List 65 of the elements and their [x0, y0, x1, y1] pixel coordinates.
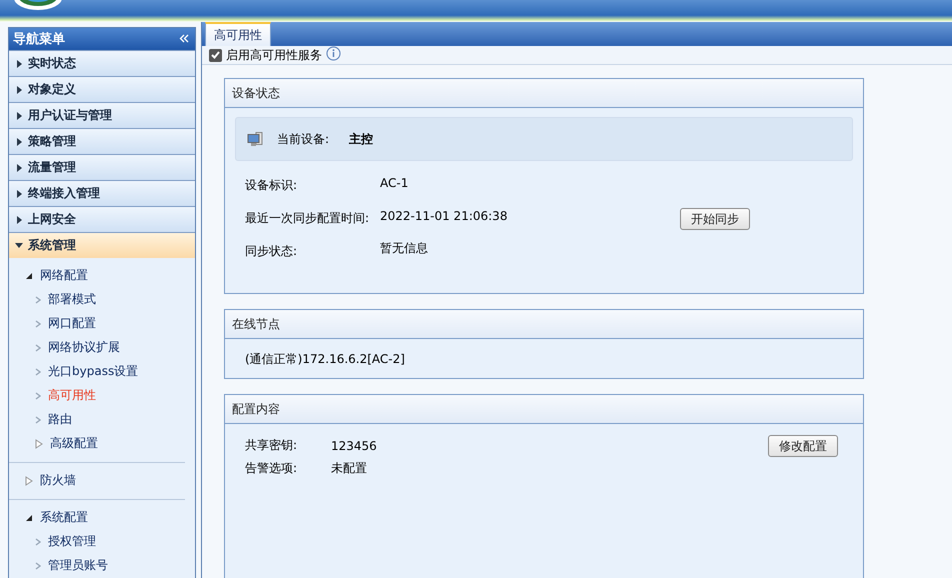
- tree-item[interactable]: 网络协议扩展: [9, 336, 120, 360]
- info-icon[interactable]: [326, 46, 341, 61]
- tree-item[interactable]: 管理员账号: [9, 554, 108, 578]
- caret-right-icon: [15, 164, 23, 172]
- edit-config-button[interactable]: 修改配置: [768, 434, 838, 456]
- computer-icon: [247, 132, 263, 146]
- nav-menu-item[interactable]: 系统管理: [9, 232, 195, 258]
- nav-menu-item[interactable]: 用户认证与管理: [9, 102, 195, 128]
- field-label: 最近一次同步配置时间:: [245, 210, 370, 227]
- checkbox[interactable]: [209, 48, 222, 62]
- nav-menu-item[interactable]: 流量管理: [9, 154, 195, 180]
- panel-title: 配置内容: [225, 395, 863, 424]
- tree-item[interactable]: 网口配置: [9, 312, 96, 336]
- start-sync-button[interactable]: 开始同步: [680, 208, 750, 230]
- tree-item[interactable]: 高可用性: [9, 384, 96, 408]
- bullet-chevron-icon: [35, 562, 41, 570]
- field-label: 同步状态:: [245, 243, 298, 260]
- tree-item[interactable]: 系统配置: [9, 506, 88, 530]
- collapsed-triangle-icon: [35, 438, 43, 449]
- field-label: 设备标识:: [245, 177, 298, 194]
- panel-title: 在线节点: [225, 310, 863, 339]
- caret-down-icon: [15, 241, 23, 250]
- expanded-triangle-icon: [25, 272, 33, 280]
- tree-item[interactable]: 授权管理: [9, 530, 96, 554]
- nav-menu-item[interactable]: 终端接入管理: [9, 180, 195, 206]
- field-value: 123456: [331, 438, 378, 454]
- nav-menu-item[interactable]: 上网安全: [9, 206, 195, 232]
- caret-right-icon: [15, 138, 23, 146]
- bullet-chevron-icon: [35, 320, 41, 328]
- bullet-chevron-icon: [35, 368, 41, 376]
- field-value: 2022-11-01 21:06:38: [380, 208, 508, 222]
- nav-title: 导航菜单: [13, 30, 65, 48]
- collapsed-triangle-icon: [25, 476, 33, 486]
- tree-item[interactable]: 部署模式: [9, 288, 96, 312]
- bullet-chevron-icon: [35, 392, 41, 400]
- field-label: 告警选项:: [245, 460, 298, 477]
- bullet-chevron-icon: [35, 344, 41, 352]
- tab[interactable]: 高可用性: [205, 22, 271, 46]
- current-device-label: 当前设备:: [277, 130, 330, 148]
- nav-menu-item[interactable]: 策略管理: [9, 128, 195, 154]
- tree-item[interactable]: 防火墙: [9, 468, 76, 493]
- caret-right-icon: [15, 60, 23, 68]
- nav-menu-item[interactable]: 对象定义: [9, 76, 195, 102]
- checkbox-label: 启用高可用性服务: [226, 46, 322, 64]
- bullet-chevron-icon: [35, 416, 41, 424]
- field-value: 暂无信息: [380, 240, 428, 257]
- caret-right-icon: [15, 190, 23, 198]
- tree-item[interactable]: 路由: [9, 408, 72, 432]
- current-device-value: 主控: [349, 130, 374, 148]
- collapse-icon[interactable]: [179, 34, 189, 44]
- field-label: 共享密钥:: [245, 437, 298, 454]
- online-node-entry: (通信正常)172.16.6.2[AC-2]: [245, 351, 406, 368]
- field-value: 未配置: [331, 460, 368, 477]
- bullet-chevron-icon: [35, 296, 41, 304]
- nav-menu-item[interactable]: 实时状态: [9, 50, 195, 76]
- tree-item[interactable]: 光口bypass设置: [9, 360, 138, 384]
- caret-right-icon: [15, 112, 23, 120]
- tree-item[interactable]: 高级配置: [9, 432, 98, 456]
- caret-right-icon: [15, 86, 23, 94]
- bullet-chevron-icon: [35, 538, 41, 546]
- caret-right-icon: [15, 216, 23, 224]
- expanded-triangle-icon: [25, 514, 33, 522]
- panel-title: 设备状态: [225, 79, 863, 108]
- tree-item[interactable]: 网络配置: [9, 264, 88, 288]
- field-value: AC-1: [380, 176, 408, 190]
